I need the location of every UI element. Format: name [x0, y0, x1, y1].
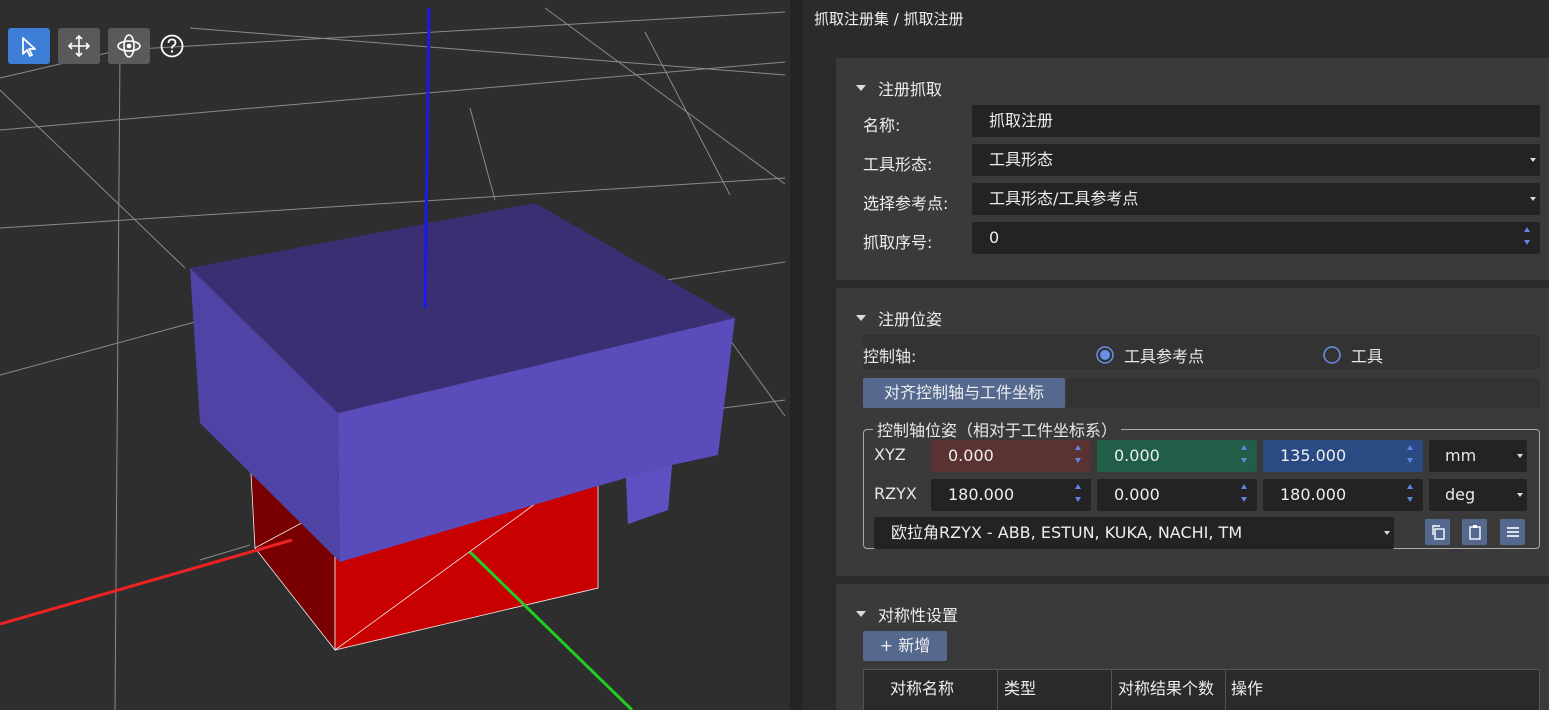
dropdown-arrow-icon [1530, 158, 1536, 162]
column-header-count[interactable]: 对称结果个数 [1118, 670, 1214, 708]
select-tool-button[interactable] [8, 28, 50, 64]
y-input[interactable]: 0.000 [1097, 440, 1257, 472]
x-axis-line [0, 538, 293, 626]
collapse-caret-icon [856, 85, 866, 91]
radio-tool[interactable]: 工具 [1323, 343, 1383, 367]
3d-viewport[interactable] [0, 0, 790, 710]
ry-input[interactable]: 0.000 [1097, 479, 1257, 511]
section-header-pose[interactable]: 注册位姿 [856, 306, 942, 330]
copy-button[interactable] [1425, 519, 1450, 545]
menu-button[interactable] [1500, 519, 1525, 545]
rx-input[interactable]: 180.000 [1263, 479, 1423, 511]
xyz-unit-dropdown[interactable]: mm [1429, 440, 1527, 472]
dropdown-arrow-icon [1530, 197, 1536, 201]
section-header-symmetry[interactable]: 对称性设置 [856, 602, 958, 626]
radio-checked-icon [1096, 346, 1114, 364]
radio-unchecked-icon [1323, 346, 1341, 364]
grab-index-spinbox[interactable]: 0 [972, 222, 1540, 254]
tool-shape-dropdown[interactable]: 工具形态 [972, 144, 1540, 176]
add-symmetry-button[interactable]: + 新增 [863, 631, 947, 661]
ref-point-dropdown[interactable]: 工具形态/工具参考点 [972, 183, 1540, 215]
dropdown-arrow-icon [1517, 493, 1523, 497]
section-header-register[interactable]: 注册抓取 [856, 76, 942, 100]
radio-ref-point[interactable]: 工具参考点 [1096, 343, 1204, 367]
help-icon [160, 34, 184, 58]
euler-convention-dropdown[interactable]: 欧拉角RZYX - ABB, ESTUN, KUKA, NACHI, TM [874, 517, 1394, 549]
orbit-icon [117, 34, 141, 58]
xyz-label: XYZ [874, 445, 906, 464]
name-input[interactable]: 抓取注册 [972, 105, 1540, 137]
move-arrows-icon [67, 34, 91, 58]
select-pointer-icon [22, 37, 36, 57]
collapse-caret-icon [856, 611, 866, 617]
help-button[interactable] [154, 28, 190, 64]
orbit-tool-button[interactable] [108, 28, 150, 64]
properties-panel: 抓取注册集 / 抓取注册 注册抓取 名称: 抓取注册 工具形态: 工具形态 选择… [802, 0, 1549, 710]
grab-index-label: 抓取序号: [863, 233, 933, 252]
ref-point-label: 选择参考点: [863, 194, 949, 213]
copy-icon [1431, 525, 1445, 540]
column-header-type[interactable]: 类型 [1004, 670, 1036, 708]
move-tool-button[interactable] [58, 28, 100, 64]
z-input[interactable]: 135.000 [1263, 440, 1423, 472]
align-axis-button[interactable]: 对齐控制轴与工件坐标 [863, 378, 1065, 408]
breadcrumb: 抓取注册集 / 抓取注册 [814, 10, 964, 28]
rz-input[interactable]: 180.000 [931, 479, 1091, 511]
paste-button[interactable] [1462, 519, 1487, 545]
symmetry-section: 对称性设置 + 新增 对称名称 类型 对称结果个数 操作 [836, 584, 1549, 710]
rzyx-unit-dropdown[interactable]: deg [1429, 479, 1527, 511]
dropdown-arrow-icon [1517, 454, 1523, 458]
tool-shape-label: 工具形态: [863, 155, 933, 174]
x-input[interactable]: 0.000 [931, 440, 1091, 472]
name-label: 名称: [863, 116, 901, 135]
column-header-name[interactable]: 对称名称 [890, 670, 954, 708]
symmetry-table-header: 对称名称 类型 对称结果个数 操作 [863, 669, 1540, 710]
axis-pose-group-title: 控制轴位姿（相对于工件坐标系） [873, 417, 1122, 441]
control-axis-label: 控制轴: [863, 347, 917, 366]
column-header-action[interactable]: 操作 [1231, 670, 1263, 708]
rzyx-label: RZYX [874, 484, 917, 503]
control-axis-row: 控制轴: 工具参考点 工具 [863, 335, 1540, 369]
collapse-caret-icon [856, 315, 866, 321]
dropdown-arrow-icon [1384, 531, 1390, 535]
scene-canvas[interactable] [0, 0, 790, 710]
clipboard-icon [1468, 525, 1481, 540]
menu-icon [1506, 527, 1519, 537]
splitter[interactable] [790, 0, 802, 710]
register-grab-section: 注册抓取 名称: 抓取注册 工具形态: 工具形态 选择参考点: 工具形态/工具参… [836, 58, 1549, 280]
